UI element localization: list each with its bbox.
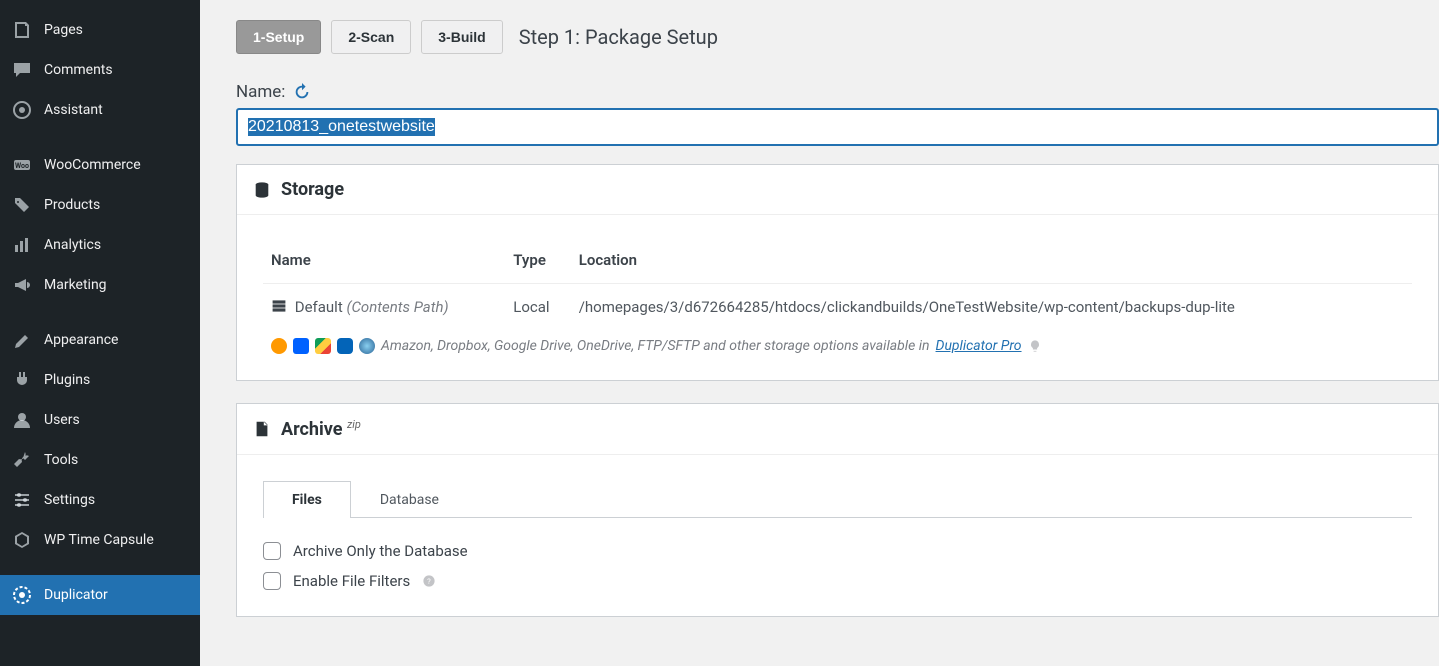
step-bar: 1-Setup 2-Scan 3-Build Step 1: Package S…	[236, 20, 1439, 54]
step-title: Step 1: Package Setup	[519, 25, 718, 49]
pro-text: Amazon, Dropbox, Google Drive, OneDrive,…	[381, 338, 930, 354]
timecapsule-icon	[12, 530, 32, 550]
storage-panel-header[interactable]: Storage	[237, 165, 1438, 215]
appearance-icon	[12, 330, 32, 350]
comments-icon	[12, 60, 32, 80]
ftp-icon	[359, 338, 375, 354]
help-icon[interactable]: ?	[422, 574, 436, 588]
sidebar-item-tools[interactable]: Tools	[0, 440, 200, 480]
onedrive-icon	[337, 338, 353, 354]
name-section: Name:	[236, 82, 1439, 146]
col-location: Location	[571, 241, 1412, 284]
tab-database[interactable]: Database	[351, 481, 468, 518]
database-icon	[253, 181, 271, 199]
duplicator-pro-link[interactable]: Duplicator Pro	[936, 338, 1022, 354]
sidebar-item-assistant[interactable]: Assistant	[0, 90, 200, 130]
archive-panel: Archive zip Files Database Archive Only …	[236, 403, 1439, 617]
storage-name: Default	[295, 298, 343, 316]
sidebar-item-label: Appearance	[44, 332, 118, 348]
storage-table: Name Type Location Default (Contents Pat…	[263, 241, 1412, 330]
sidebar-item-pages[interactable]: Pages	[0, 10, 200, 50]
storage-panel: Storage Name Type Location	[236, 164, 1439, 381]
storage-type: Local	[505, 284, 570, 331]
sidebar-item-label: Marketing	[44, 277, 107, 293]
sidebar-item-duplicator[interactable]: Duplicator	[0, 575, 200, 615]
server-icon	[271, 298, 287, 314]
tools-icon	[12, 450, 32, 470]
svg-text:Woo: Woo	[15, 162, 29, 170]
sidebar-item-label: Tools	[44, 452, 78, 468]
step-setup-button[interactable]: 1-Setup	[236, 20, 321, 54]
reset-icon[interactable]	[293, 83, 311, 101]
duplicator-icon	[12, 585, 32, 605]
users-icon	[12, 410, 32, 430]
enable-file-filters-checkbox[interactable]	[263, 572, 281, 590]
name-label: Name:	[236, 82, 285, 102]
col-type: Type	[505, 241, 570, 284]
step-build-button[interactable]: 3-Build	[421, 20, 502, 54]
gdrive-icon	[315, 338, 331, 354]
sidebar-item-analytics[interactable]: Analytics	[0, 225, 200, 265]
archive-only-db-label: Archive Only the Database	[293, 542, 468, 560]
sidebar-item-label: Plugins	[44, 372, 90, 388]
sidebar-item-label: Products	[44, 197, 100, 213]
woo-icon: Woo	[12, 155, 32, 175]
storage-title: Storage	[281, 179, 344, 200]
archive-icon	[253, 420, 271, 438]
sidebar-item-plugins[interactable]: Plugins	[0, 360, 200, 400]
pro-upsell-row: Amazon, Dropbox, Google Drive, OneDrive,…	[263, 330, 1412, 360]
main-content: 1-Setup 2-Scan 3-Build Step 1: Package S…	[200, 0, 1439, 666]
enable-file-filters-label: Enable File Filters	[293, 572, 410, 590]
dropbox-icon	[293, 338, 309, 354]
amazon-icon	[271, 338, 287, 354]
sidebar-item-label: Users	[44, 412, 80, 428]
archive-only-db-checkbox[interactable]	[263, 542, 281, 560]
archive-format: zip	[347, 418, 361, 431]
sidebar-item-label: Analytics	[44, 237, 101, 253]
storage-name-suffix: (Contents Path)	[346, 298, 448, 316]
products-icon	[12, 195, 32, 215]
archive-panel-header[interactable]: Archive zip	[237, 404, 1438, 455]
settings-icon	[12, 490, 32, 510]
sidebar-item-label: Pages	[44, 22, 83, 38]
marketing-icon	[12, 275, 32, 295]
sidebar-item-label: WooCommerce	[44, 157, 141, 173]
pages-icon	[12, 20, 32, 40]
col-name: Name	[263, 241, 505, 284]
admin-sidebar: Pages Comments Assistant Woo WooCommerce…	[0, 0, 200, 666]
sidebar-item-comments[interactable]: Comments	[0, 50, 200, 90]
package-name-input[interactable]	[236, 108, 1439, 146]
sidebar-item-wptimecapsule[interactable]: WP Time Capsule	[0, 520, 200, 560]
sidebar-item-label: Settings	[44, 492, 95, 508]
table-row: Default (Contents Path) Local /homepages…	[263, 284, 1412, 331]
sidebar-item-label: Assistant	[44, 102, 103, 118]
sidebar-item-settings[interactable]: Settings	[0, 480, 200, 520]
plugins-icon	[12, 370, 32, 390]
sidebar-item-label: Comments	[44, 62, 113, 78]
assistant-icon	[12, 100, 32, 120]
sidebar-item-label: WP Time Capsule	[44, 532, 154, 548]
archive-title: Archive	[281, 419, 342, 440]
sidebar-item-marketing[interactable]: Marketing	[0, 265, 200, 305]
step-scan-button[interactable]: 2-Scan	[331, 20, 411, 54]
archive-only-db-row[interactable]: Archive Only the Database	[263, 536, 1412, 566]
sidebar-item-appearance[interactable]: Appearance	[0, 320, 200, 360]
sidebar-item-woocommerce[interactable]: Woo WooCommerce	[0, 145, 200, 185]
svg-text:?: ?	[427, 577, 431, 586]
sidebar-item-products[interactable]: Products	[0, 185, 200, 225]
analytics-icon	[12, 235, 32, 255]
sidebar-item-label: Duplicator	[44, 587, 108, 603]
enable-file-filters-row[interactable]: Enable File Filters ?	[263, 566, 1412, 596]
archive-tabs: Files Database	[263, 481, 1412, 518]
lightbulb-icon	[1028, 339, 1042, 353]
storage-location: /homepages/3/d672664285/htdocs/clickandb…	[571, 284, 1412, 331]
sidebar-item-users[interactable]: Users	[0, 400, 200, 440]
tab-files[interactable]: Files	[263, 481, 351, 518]
